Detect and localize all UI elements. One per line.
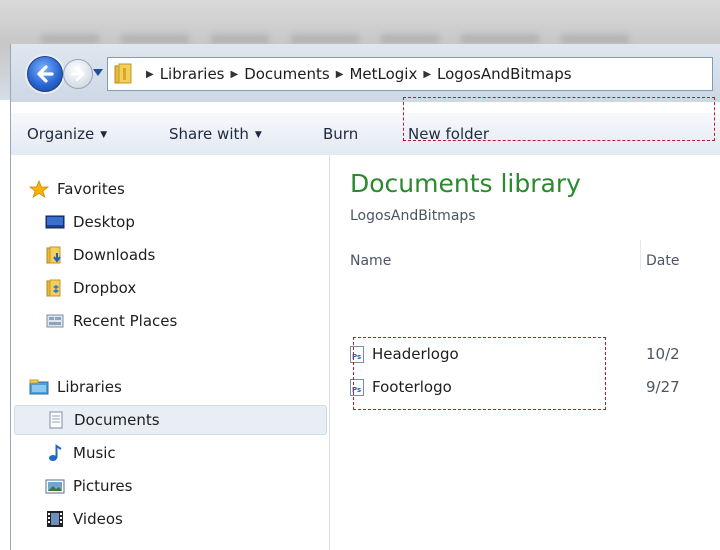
nav-videos[interactable]: Videos [45,505,361,533]
library-subtitle: LogosAndBitmaps [350,208,476,224]
library-title: Documents library [350,169,581,198]
blurred-menu-3 [210,34,270,44]
back-button[interactable] [27,56,63,92]
downloads-folder-icon [46,246,61,264]
nav-desktop[interactable]: Desktop [45,208,361,236]
forward-button[interactable] [63,59,93,89]
dropbox-folder-icon [46,279,61,297]
nav-downloads[interactable]: Downloads [45,241,361,269]
recent-pages-dropdown-icon[interactable] [93,69,103,77]
breadcrumb-separator[interactable]: ▶ [231,69,239,80]
folder-icon [114,63,132,84]
column-header-name[interactable]: Name [350,253,391,269]
nav-desktop-label: Desktop [73,213,135,231]
blurred-menu-2 [120,34,190,44]
highlight-box-breadcrumb [403,97,715,141]
nav-documents-label: Documents [74,411,160,429]
navigation-pane: Favorites Desktop Downloads Dropbox Rece… [11,155,330,550]
column-header-date[interactable]: Date [646,253,679,269]
file-date: 10/2 [646,345,680,363]
star-icon [29,180,49,198]
share-with-label: Share with [169,125,249,143]
highlight-box-files [353,337,606,410]
blurred-menu-7 [560,34,630,44]
address-bar[interactable]: ▶ Libraries ▶ Documents ▶ MetLogix ▶ Log… [107,57,713,91]
nav-libraries[interactable]: Libraries [29,373,345,401]
nav-music-label: Music [73,444,116,462]
back-arrow-icon [37,65,54,83]
nav-pictures[interactable]: Pictures [45,472,361,500]
recent-places-icon [46,314,64,328]
blurred-menu-6 [460,34,540,44]
nav-recent-places[interactable]: Recent Places [45,307,361,335]
nav-dropbox-label: Dropbox [73,279,137,297]
nav-music[interactable]: Music [45,439,361,467]
documents-icon [49,411,63,429]
film-strip-icon [47,511,63,527]
burn-button[interactable]: Burn [323,125,358,143]
breadcrumb-separator[interactable]: ▶ [336,69,344,80]
blurred-menu-4 [290,34,360,44]
content-pane: Documents library LogosAndBitmaps Name D… [330,155,720,550]
breadcrumb-libraries[interactable]: Libraries [160,65,225,83]
nav-dropbox[interactable]: Dropbox [45,274,361,302]
share-with-button[interactable]: Share with ▼ [169,125,262,143]
desktop-icon [45,215,65,229]
breadcrumb-separator[interactable]: ▶ [146,69,154,80]
nav-favorites-label: Favorites [57,180,125,198]
breadcrumb-documents[interactable]: Documents [244,65,330,83]
nav-pictures-label: Pictures [73,477,133,495]
chevron-down-icon: ▼ [254,130,262,140]
nav-downloads-label: Downloads [73,246,156,264]
nav-recent-places-label: Recent Places [73,312,178,330]
breadcrumb-logosandbitmaps[interactable]: LogosAndBitmaps [437,65,572,83]
blurred-menu-5 [380,34,440,44]
navigation-row: ▶ Libraries ▶ Documents ▶ MetLogix ▶ Log… [11,44,720,102]
file-date: 9/27 [646,378,680,396]
nav-favorites[interactable]: Favorites [29,175,345,203]
nav-documents[interactable]: Documents [14,405,327,435]
organize-button[interactable]: Organize ▼ [27,125,107,143]
libraries-icon [29,379,49,395]
nav-videos-label: Videos [73,510,123,528]
breadcrumb-metlogix[interactable]: MetLogix [349,65,417,83]
nav-libraries-label: Libraries [57,378,122,396]
blurred-menu-1 [40,34,100,44]
pictures-icon [45,479,65,494]
column-divider[interactable] [640,240,641,270]
breadcrumb-separator[interactable]: ▶ [423,69,431,80]
organize-label: Organize [27,125,95,143]
explorer-window: ▶ Libraries ▶ Documents ▶ MetLogix ▶ Log… [10,44,720,550]
forward-arrow-icon [70,66,85,82]
chevron-down-icon: ▼ [100,130,108,140]
music-note-icon [49,444,62,461]
